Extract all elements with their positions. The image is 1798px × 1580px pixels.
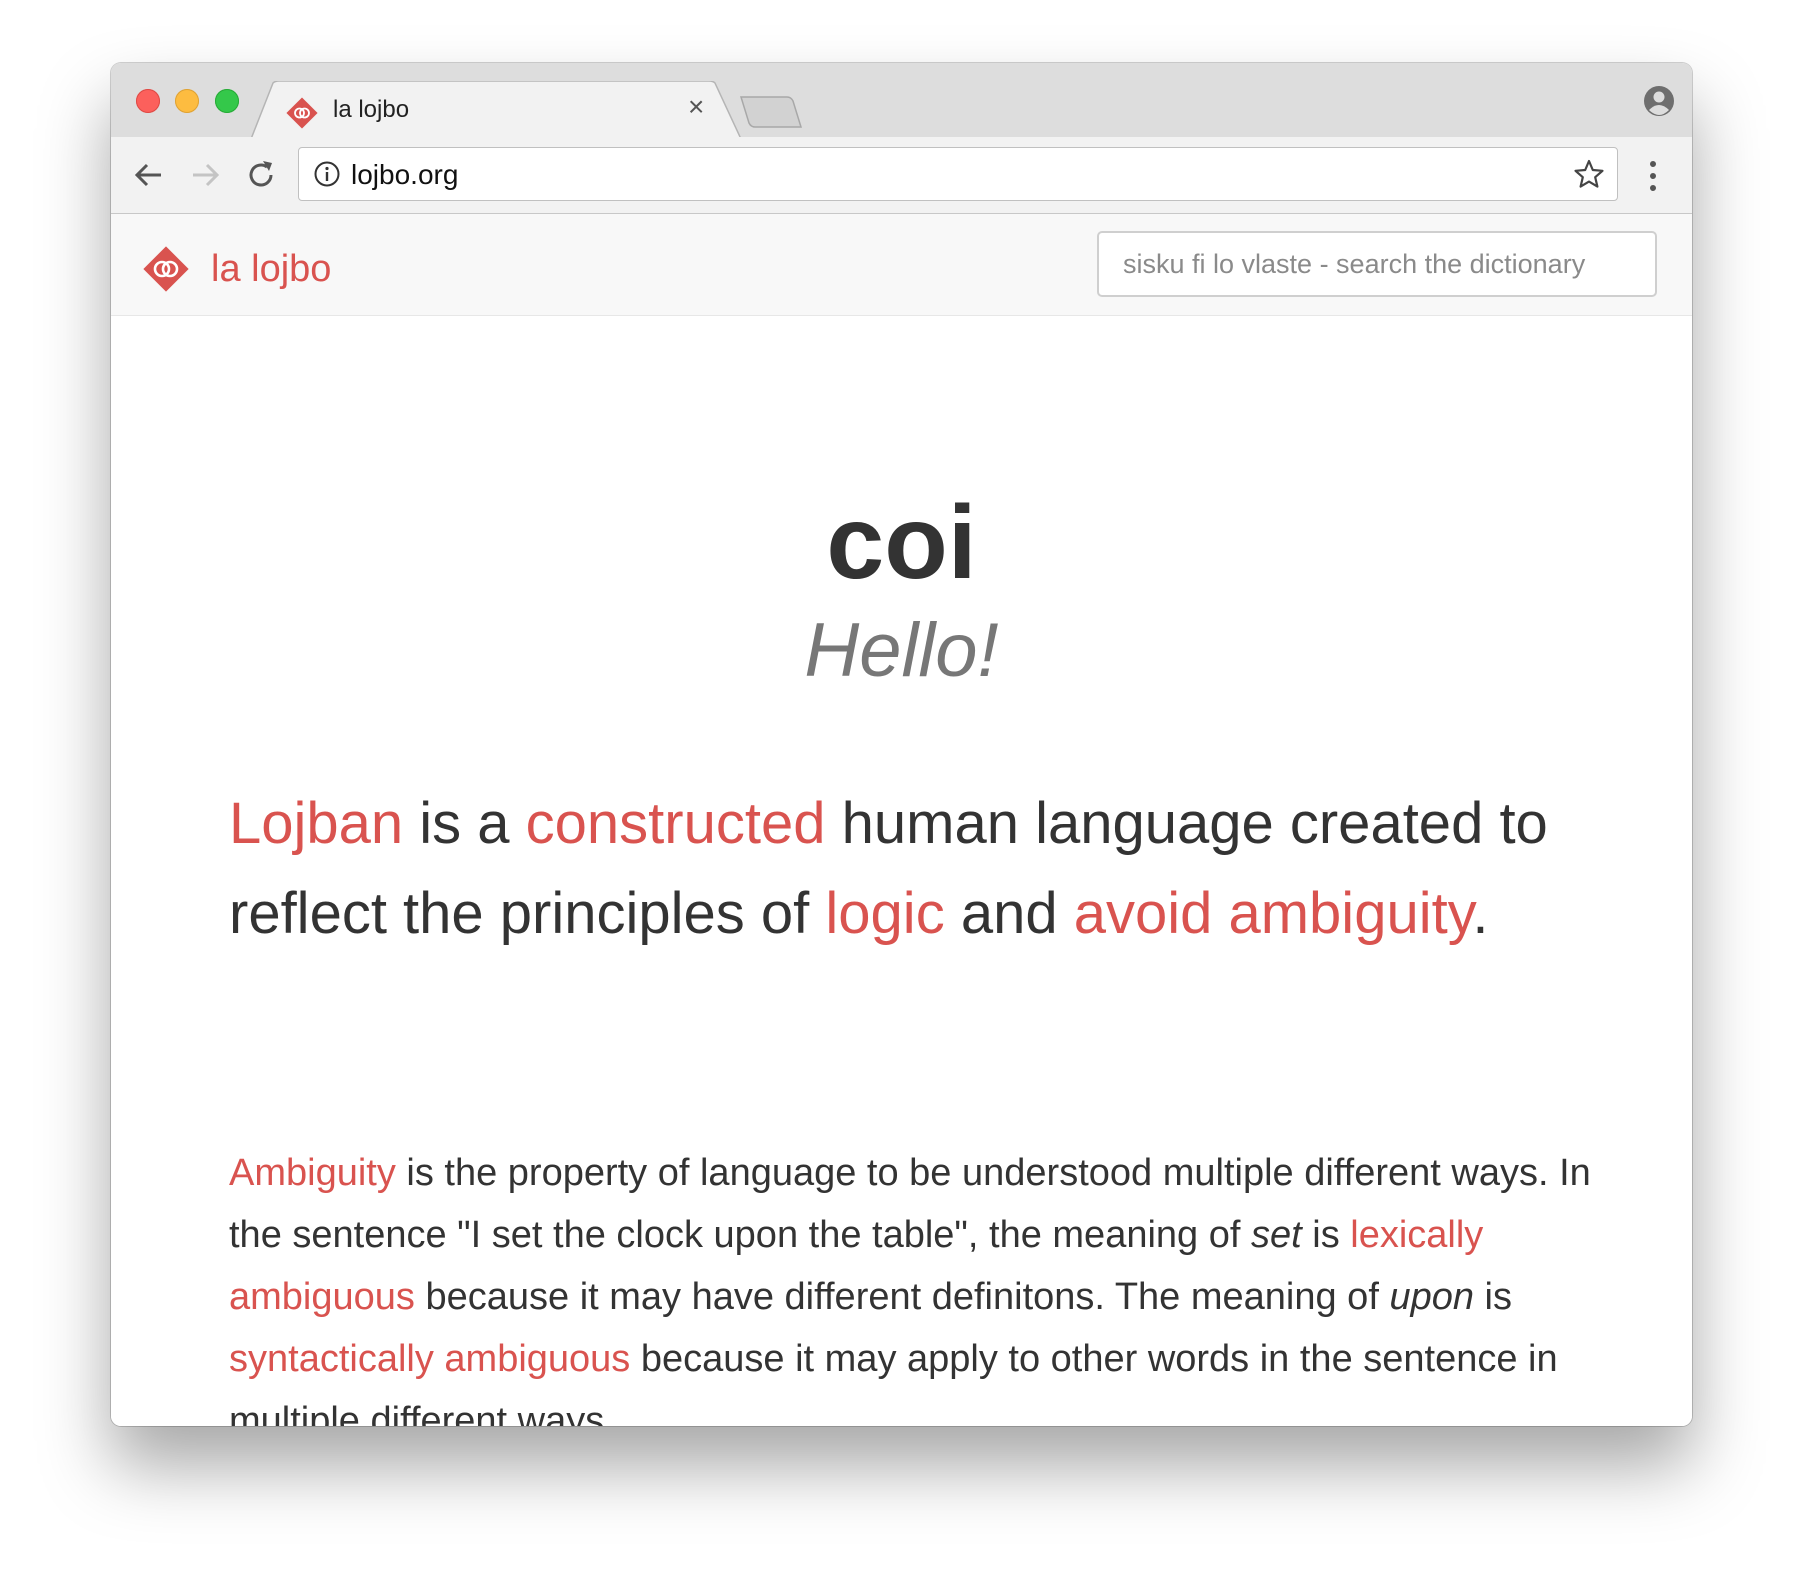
lead-text-3: and bbox=[944, 881, 1074, 946]
new-tab-button[interactable] bbox=[739, 95, 803, 129]
ambiguity-paragraph: Ambiguity is the property of language to… bbox=[229, 1142, 1609, 1426]
link-constructed[interactable]: constructed bbox=[526, 791, 826, 856]
hero-subtitle: Hello! bbox=[804, 608, 999, 693]
tab-active[interactable] bbox=[251, 81, 741, 139]
site-navbar: la lojbo bbox=[111, 214, 1692, 316]
lead-text-1: is a bbox=[403, 791, 526, 856]
url-text[interactable]: lojbo.org bbox=[351, 159, 458, 191]
brand-link[interactable]: la lojbo bbox=[141, 244, 331, 294]
bookmark-star-icon[interactable] bbox=[1573, 158, 1605, 190]
body-text-2: is bbox=[1301, 1214, 1351, 1256]
web-page: la lojbo coi Hello! Lojban is a construc… bbox=[111, 214, 1692, 1426]
info-icon[interactable] bbox=[313, 160, 341, 188]
forward-arrow-icon[interactable] bbox=[187, 157, 223, 193]
minimize-window-button[interactable] bbox=[175, 89, 199, 113]
address-bar[interactable]: lojbo.org bbox=[298, 147, 1618, 201]
lead-paragraph: Lojban is a constructed human language c… bbox=[229, 779, 1609, 959]
lojban-logo-icon bbox=[143, 246, 189, 292]
tab-close-icon[interactable]: × bbox=[688, 93, 704, 121]
close-window-button[interactable] bbox=[136, 89, 160, 113]
title-bar: la lojbo × bbox=[111, 63, 1692, 139]
lojban-favicon-icon bbox=[286, 97, 318, 129]
link-ambiguity[interactable]: Ambiguity bbox=[229, 1152, 396, 1194]
reload-icon[interactable] bbox=[243, 157, 279, 193]
browser-window: la lojbo × lojbo.org la lojbo sisku fi l… bbox=[111, 63, 1692, 1426]
emphasis-upon: upon bbox=[1389, 1276, 1474, 1318]
maximize-window-button[interactable] bbox=[215, 89, 239, 113]
browser-toolbar: lojbo.org bbox=[111, 137, 1692, 214]
back-arrow-icon[interactable] bbox=[131, 157, 167, 193]
link-syntactically-ambiguous[interactable]: syntactically ambiguous bbox=[229, 1338, 630, 1380]
tab-title: la lojbo bbox=[333, 96, 410, 123]
link-avoid-ambiguity[interactable]: avoid ambiguity bbox=[1074, 881, 1473, 946]
brand-name: la lojbo bbox=[211, 247, 332, 290]
link-lojban[interactable]: Lojban bbox=[229, 791, 403, 856]
more-menu-icon[interactable] bbox=[1648, 159, 1658, 193]
dictionary-search-input[interactable] bbox=[1097, 231, 1657, 297]
link-logic[interactable]: logic bbox=[825, 881, 944, 946]
body-text-3: because it may have different definitons… bbox=[414, 1276, 1390, 1318]
emphasis-set: set bbox=[1250, 1214, 1302, 1256]
lead-text-4: . bbox=[1472, 881, 1489, 946]
profile-icon[interactable] bbox=[1643, 85, 1675, 117]
hero-title: coi bbox=[826, 485, 977, 601]
body-text-4: is bbox=[1473, 1276, 1512, 1318]
